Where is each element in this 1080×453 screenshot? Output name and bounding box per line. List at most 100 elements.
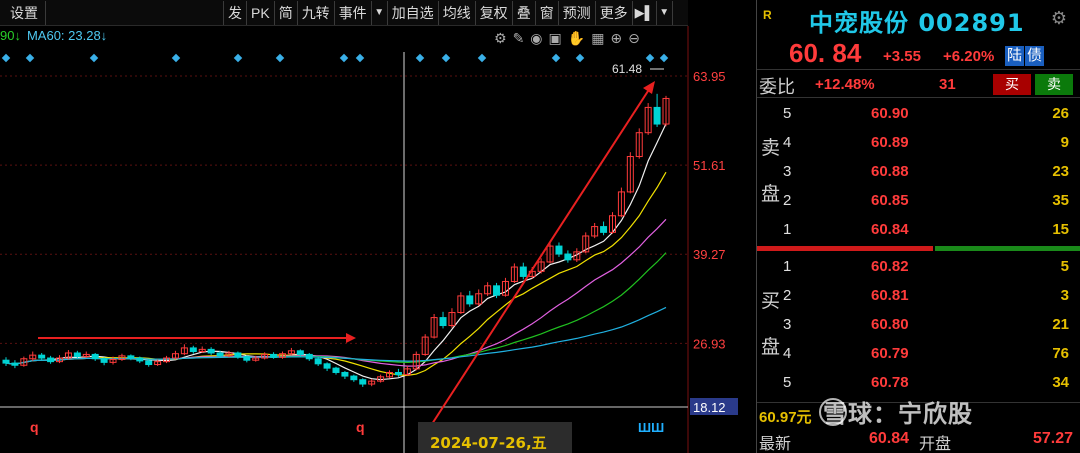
event-diamond-icon: [415, 53, 425, 63]
ask-vol: 23: [1052, 163, 1069, 180]
weibi-count: 31: [939, 76, 956, 93]
bid-row-2[interactable]: 2 60.81 3: [757, 282, 1080, 311]
ask-price: 60.88: [871, 163, 909, 180]
price-axis-label: 39.27: [693, 247, 726, 262]
candle-body: [11, 362, 19, 366]
overlay-button[interactable]: 叠: [513, 0, 536, 25]
ma10-line: [5, 171, 667, 377]
price-axis-label: 63.95: [693, 69, 726, 84]
weibi-row: 委比 +12.48% 31 买 卖: [757, 72, 1080, 98]
bid-level: 5: [783, 374, 792, 391]
event-diamond-icon: [339, 53, 349, 63]
price-axis-label: 26.93: [693, 336, 726, 351]
buy-button[interactable]: 买: [993, 74, 1031, 95]
stock-name[interactable]: 中宠股份 002891: [809, 3, 1025, 38]
toolbar-dropdown-icon[interactable]: ▼: [657, 0, 673, 25]
ask-row-3[interactable]: 3 60.88 23: [757, 158, 1080, 187]
crosshair-date-label: 2024-07-26,五: [430, 434, 547, 452]
lu-tag[interactable]: 陆: [1005, 46, 1025, 66]
ask-price: 60.89: [871, 134, 909, 151]
price-axis-label: 18.12: [693, 400, 726, 415]
plus-circle-icon[interactable]: ⊕: [610, 30, 622, 47]
bid-price: 60.81: [871, 287, 909, 304]
candle-body: [207, 348, 215, 354]
last-open-row: 最新 60.84 开盘 57.27: [757, 426, 1080, 453]
briefcase-icon[interactable]: ▣: [549, 30, 562, 47]
ma5-line: [5, 123, 667, 381]
sell-button[interactable]: 卖: [1035, 74, 1073, 95]
event-diamond-icon: [477, 53, 487, 63]
window-button[interactable]: 窗: [536, 0, 559, 25]
candle-body: [350, 375, 358, 381]
candle-body: [600, 226, 608, 233]
ask-level: 2: [783, 192, 792, 209]
chart-toolbar: 设置 发 PK 简 九转 事件 ▼ 加自选 均线 复权 叠 窗 预测 更多 ▶▌…: [0, 0, 688, 26]
settings-button[interactable]: 设置: [0, 0, 46, 25]
add-watchlist-button[interactable]: 加自选: [388, 0, 439, 25]
diagonal-arrowhead: [643, 81, 655, 94]
ask-row-4[interactable]: 4 60.89 9: [757, 129, 1080, 158]
calendar-icon[interactable]: ▦: [591, 30, 604, 47]
ask-row-2[interactable]: 2 60.85 35: [757, 187, 1080, 216]
candle-body: [127, 355, 135, 359]
candle-body: [91, 353, 99, 360]
ask-row-5[interactable]: 5 60.90 26: [757, 100, 1080, 129]
ma30-line: [5, 252, 667, 365]
candle-body: [100, 358, 108, 363]
bid-row-3[interactable]: 3 60.80 21: [757, 311, 1080, 340]
candle-body: [47, 357, 55, 363]
price-axis: 63.95 51.61 39.27 26.93 18.12: [690, 69, 738, 415]
kline-chart[interactable]: 63.95 51.61 39.27 26.93 18.12 61.48 q q ШШ 2024-…: [0, 26, 760, 453]
toolbar-spacer: [46, 0, 224, 25]
gear-icon[interactable]: ⚙: [1049, 8, 1069, 28]
chart-tools: ⚙ ✎ ◉ ▣ ✋ ▦ ⊕ ⊖: [494, 30, 640, 47]
ma-lines-button[interactable]: 均线: [439, 0, 476, 25]
ask-level: 5: [783, 105, 792, 122]
bid-vol: 21: [1052, 316, 1069, 333]
hand-icon[interactable]: ✋: [568, 30, 585, 47]
ma20-line: [5, 218, 667, 367]
bid-price: 60.82: [871, 258, 909, 275]
bid-row-4[interactable]: 4 60.79 76: [757, 340, 1080, 369]
bond-tag[interactable]: 债: [1025, 46, 1045, 66]
events-dropdown-icon[interactable]: ▼: [372, 0, 388, 25]
events-button[interactable]: 事件: [335, 0, 372, 25]
candle-body: [332, 367, 340, 373]
play-forward-icon[interactable]: ▶▌: [633, 0, 657, 25]
candle-body: [2, 359, 10, 364]
bid-level: 1: [783, 258, 792, 275]
candle-body: [189, 347, 197, 353]
bid-price: 60.79: [871, 345, 909, 362]
ask-vol: 35: [1052, 192, 1069, 209]
jiuzhuan-button[interactable]: 九转: [298, 0, 335, 25]
candle-body: [145, 360, 153, 366]
event-diamond-icon: [1, 53, 11, 63]
eye-icon[interactable]: ◉: [530, 30, 542, 47]
ask-row-1[interactable]: 1 60.84 15: [757, 216, 1080, 245]
candle-body: [493, 285, 501, 296]
fa-button[interactable]: 发: [224, 0, 247, 25]
minus-circle-icon[interactable]: ⊖: [628, 30, 640, 47]
event-diamond-icon: [355, 53, 365, 63]
event-diamond-icon: [441, 53, 451, 63]
forecast-button[interactable]: 预测: [559, 0, 596, 25]
adjust-button[interactable]: 复权: [476, 0, 513, 25]
pen-icon[interactable]: ✎: [513, 30, 525, 47]
candle-body: [216, 352, 224, 357]
price-row: 60. 84 +3.55 +6.20% 陆 债: [757, 38, 1080, 70]
q-marker-mid: q: [356, 419, 365, 435]
candle-body: [323, 363, 331, 369]
candle-body: [653, 106, 661, 125]
more-button[interactable]: 更多: [596, 0, 633, 25]
gear-outline-icon[interactable]: ⚙: [494, 30, 507, 47]
ask-level: 3: [783, 163, 792, 180]
candle-body: [341, 371, 349, 377]
pk-button[interactable]: PK: [247, 0, 275, 25]
price-axis-label: 51.61: [693, 158, 726, 173]
bid-vol: 76: [1052, 345, 1069, 362]
candle-body: [359, 379, 367, 385]
simple-button[interactable]: 简: [275, 0, 298, 25]
bid-row-1[interactable]: 1 60.82 5: [757, 253, 1080, 282]
event-diamond-icon: [233, 53, 243, 63]
info-price: 60.97元: [759, 409, 812, 426]
